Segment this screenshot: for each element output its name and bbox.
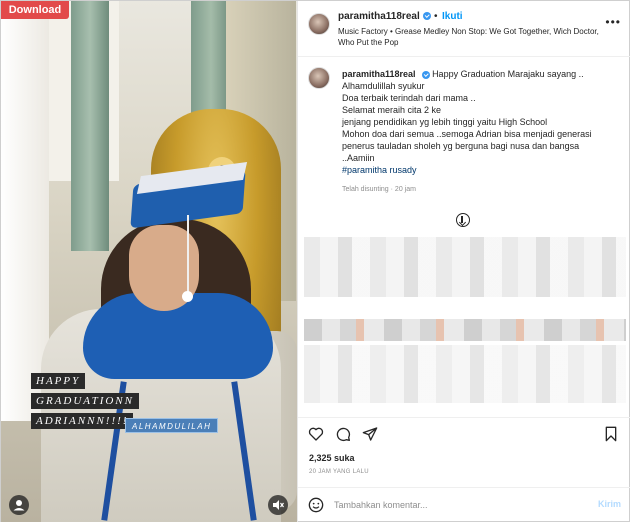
hashtag-link[interactable]: #paramitha rusady	[342, 165, 417, 175]
comment-input[interactable]	[334, 497, 584, 513]
cap-tassel	[187, 215, 189, 293]
comment-icon[interactable]	[335, 426, 351, 442]
separator-dot: •	[434, 11, 438, 22]
mute-icon[interactable]	[268, 495, 288, 515]
emoji-icon[interactable]	[308, 497, 324, 513]
like-count[interactable]: 2,325 suka	[309, 453, 355, 463]
story-sticker: ALHAMDULILAH	[125, 418, 219, 433]
comments-area: paramitha118real Happy Graduation Maraja…	[298, 57, 630, 417]
instagram-post-dialog: A Download HAPPY GRADUATIONN ADRIANNN!!!…	[0, 0, 630, 522]
heart-icon[interactable]	[308, 426, 324, 442]
avatar[interactable]	[308, 67, 330, 89]
caption-line: ..Aamiin	[342, 153, 375, 163]
username-text[interactable]: paramitha118real	[338, 11, 420, 22]
user-tag-icon[interactable]	[9, 495, 29, 515]
music-info[interactable]: Music Factory • Grease Medley Non Stop: …	[338, 26, 606, 48]
comment-bar: Kirim	[298, 487, 630, 522]
story-text-line: GRADUATIONN	[31, 393, 139, 409]
post-header: paramitha118real • Ikuti Music Factory •…	[298, 1, 630, 57]
share-icon[interactable]	[362, 426, 378, 442]
story-text-line: HAPPY	[31, 373, 86, 389]
username[interactable]: paramitha118real	[338, 11, 431, 22]
load-more-comments-icon[interactable]	[456, 213, 470, 227]
blurred-comments	[304, 345, 626, 403]
more-options-icon[interactable]: •••	[605, 15, 621, 29]
caption-line: penerus tauladan sholeh yg berguna bagi …	[342, 141, 580, 151]
bookmark-icon[interactable]	[603, 426, 619, 442]
post-media[interactable]: A Download HAPPY GRADUATIONN ADRIANNN!!!…	[1, 1, 297, 522]
post-date: 20 JAM YANG LALU	[309, 469, 369, 475]
post-actions: 2,325 suka 20 JAM YANG LALU	[298, 417, 630, 487]
caption: paramitha118real Happy Graduation Maraja…	[342, 68, 614, 176]
follow-button[interactable]: Ikuti	[442, 11, 463, 22]
caption-line: Doa terbaik terindah dari mama ..	[342, 93, 476, 103]
caption-username[interactable]: paramitha118real	[342, 69, 416, 79]
cap-tassel-ball	[182, 291, 193, 302]
edited-timestamp: Telah disunting · 20 jam	[342, 186, 416, 193]
verified-icon	[422, 12, 431, 21]
post-comment-button[interactable]: Kirim	[598, 499, 621, 509]
story-text-line: ADRIANNN!!!!	[31, 413, 134, 429]
verified-icon	[421, 70, 430, 79]
blurred-comments	[304, 319, 626, 341]
caption-line: Alhamdulillah syukur	[342, 81, 425, 91]
caption-line: Mohon doa dari semua ..semoga Adrian bis…	[342, 129, 592, 139]
post-side-panel: paramitha118real • Ikuti Music Factory •…	[297, 1, 630, 522]
green-drape	[71, 1, 109, 251]
caption-line: Happy Graduation Marajaku sayang ..	[432, 69, 584, 79]
caption-line: Selamat meraih cita 2 ke	[342, 105, 442, 115]
avatar[interactable]	[308, 13, 330, 35]
blurred-comments	[304, 237, 626, 297]
download-button[interactable]: Download	[1, 1, 69, 19]
caption-line: jenjang pendidikan yg lebih tinggi yaitu…	[342, 117, 548, 127]
